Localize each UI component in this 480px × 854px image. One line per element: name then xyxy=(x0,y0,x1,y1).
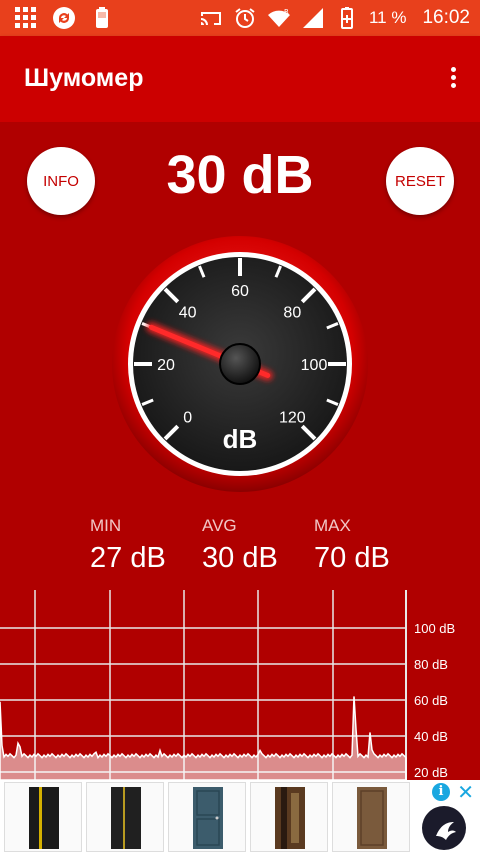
ad-product-tile[interactable] xyxy=(86,782,164,852)
max-label: MAX xyxy=(314,516,351,535)
gauge-scale-label: 120 xyxy=(279,409,306,426)
door-image xyxy=(357,787,387,849)
graph-y-label: 80 dB xyxy=(414,657,448,672)
wifi-icon: R xyxy=(267,8,290,27)
door-image xyxy=(275,787,305,849)
signal-icon xyxy=(302,8,323,28)
avg-value: 30 dB xyxy=(202,542,278,574)
sync-icon xyxy=(53,7,75,29)
gauge-scale-label: 40 xyxy=(179,305,197,322)
status-bar: R 11 % 16:02 xyxy=(0,0,480,36)
ad-product-tile[interactable] xyxy=(4,782,82,852)
app-bar: Шумомер xyxy=(0,36,480,122)
battery-card-icon xyxy=(96,7,108,28)
ad-banner[interactable]: i ✕ xyxy=(0,780,480,854)
door-image xyxy=(193,787,223,849)
battery-icon xyxy=(340,7,353,29)
max-value: 70 dB xyxy=(314,542,390,574)
stat-max: MAX 70 dB xyxy=(314,516,390,575)
alarm-icon xyxy=(235,8,255,28)
gauge-unit: dB xyxy=(223,424,258,454)
graph-y-label: 60 dB xyxy=(414,693,448,708)
main-content: INFO 30 dB RESET 0 20 40 60 80 100 120 d… xyxy=(0,122,480,780)
avg-label: AVG xyxy=(202,516,237,535)
gauge-hub xyxy=(219,343,261,385)
reset-button[interactable]: RESET xyxy=(386,147,454,215)
ad-close-icon[interactable]: ✕ xyxy=(457,780,474,805)
grid-icon xyxy=(15,7,36,28)
history-graph: 100 dB 80 dB 60 dB 40 dB 20 dB xyxy=(0,590,455,780)
graph-y-label: 100 dB xyxy=(414,621,455,636)
gauge-scale-label: 80 xyxy=(283,305,301,322)
svg-text:R: R xyxy=(284,8,289,16)
min-label: MIN xyxy=(90,516,122,535)
battery-percent: 11 % xyxy=(368,8,407,27)
cast-icon xyxy=(200,12,221,25)
app-title: Шумомер xyxy=(24,64,144,92)
ad-product-tile[interactable] xyxy=(332,782,410,852)
graph-y-label: 40 dB xyxy=(414,729,448,744)
stat-avg: AVG 30 dB xyxy=(202,516,278,575)
stat-min: MIN 27 dB xyxy=(90,516,166,575)
noise-history-line xyxy=(0,696,407,780)
gauge-scale-label: 20 xyxy=(157,357,175,374)
stats-panel: MIN 27 dB AVG 30 dB MAX 70 dB xyxy=(0,516,480,586)
graph-y-label: 20 dB xyxy=(414,765,448,780)
ad-product-tile[interactable] xyxy=(250,782,328,852)
door-image xyxy=(111,787,141,849)
clock: 16:02 xyxy=(422,7,470,28)
more-vert-icon[interactable] xyxy=(448,64,458,94)
sound-level-gauge: 0 20 40 60 80 100 120 dB xyxy=(112,236,368,492)
gauge-scale-label: 0 xyxy=(183,409,192,426)
advertiser-logo[interactable] xyxy=(422,806,466,850)
ad-info-icon[interactable]: i xyxy=(432,783,450,801)
door-image xyxy=(29,787,59,849)
min-value: 27 dB xyxy=(90,542,166,574)
gauge-scale-label: 100 xyxy=(301,357,328,374)
ad-product-tile[interactable] xyxy=(168,782,246,852)
gauge-scale-label: 60 xyxy=(231,283,249,300)
